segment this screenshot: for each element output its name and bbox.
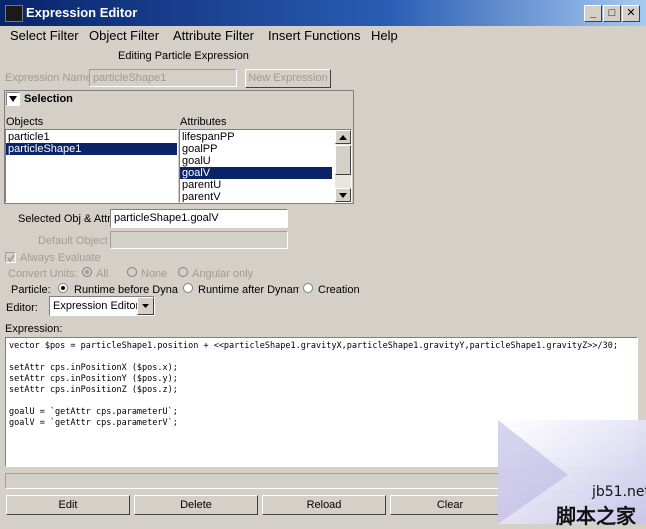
clear-button[interactable]: Clear	[390, 495, 510, 515]
attributes-scrollbar[interactable]	[335, 130, 351, 202]
editor-dropdown-value: Expression Editor	[53, 300, 140, 312]
delete-button[interactable]: Delete	[134, 495, 258, 515]
selection-title: Selection	[24, 93, 73, 105]
always-evaluate-checkbox[interactable]	[5, 252, 16, 263]
expression-line: vector $pos = particleShape1.position + …	[9, 341, 618, 351]
triangle-down-icon	[9, 96, 17, 102]
expression-name-field[interactable]: particleShape1	[89, 69, 237, 87]
minimize-button[interactable]: _	[584, 5, 602, 22]
creation-radio[interactable]	[303, 283, 313, 293]
expression-line: setAttr cps.inPositionX ($pos.x);	[9, 363, 178, 373]
objects-list[interactable]: particle1 particleShape1	[5, 129, 178, 203]
runtime-after-dynamics-radio[interactable]	[183, 283, 193, 293]
default-object-label: Default Object	[38, 235, 108, 247]
convert-units-none-radio[interactable]	[127, 267, 137, 277]
expression-line: setAttr cps.inPositionZ ($pos.z);	[9, 385, 178, 395]
objects-label: Objects	[6, 116, 44, 128]
checkmark-icon	[7, 254, 15, 263]
watermark-site: jb51.net	[592, 484, 646, 500]
convert-units-all-radio[interactable]	[82, 267, 92, 277]
scroll-up-button[interactable]	[335, 130, 351, 144]
expression-line: ​	[9, 396, 634, 407]
selection-collapse-toggle[interactable]	[6, 92, 20, 106]
menu-select-filter[interactable]: Select Filter	[10, 28, 79, 43]
editing-header: Editing Particle Expression	[118, 50, 249, 62]
list-item[interactable]: lifespanPP	[180, 131, 332, 143]
expression-name-label: Expression Name	[5, 72, 92, 84]
list-item[interactable]: goalPP	[180, 143, 332, 155]
particle-label: Particle:	[11, 284, 51, 296]
menu-insert-functions[interactable]: Insert Functions	[268, 28, 361, 43]
runtime-before-dynamics-radio[interactable]	[58, 283, 68, 293]
close-button[interactable]: ✕	[622, 5, 640, 22]
editor-label: Editor:	[6, 302, 38, 314]
watermark-name: 脚本之家	[556, 504, 636, 528]
runtime-after-dynamics-label: Runtime after Dynamic	[198, 284, 299, 296]
list-item[interactable]: parentU	[180, 179, 332, 191]
editor-dropdown[interactable]: Expression Editor	[49, 296, 155, 316]
reload-button[interactable]: Reload	[262, 495, 386, 515]
menu-attribute-filter[interactable]: Attribute Filter	[173, 28, 254, 43]
convert-units-all-label: All	[96, 268, 109, 280]
list-item[interactable]: goalU	[180, 155, 332, 167]
convert-units-angular-label: Angular only	[192, 268, 254, 280]
chevron-down-icon	[142, 304, 149, 308]
expression-line: setAttr cps.inPositionY ($pos.y);	[9, 374, 178, 384]
editor-dropdown-arrow[interactable]	[137, 297, 154, 315]
expression-label: Expression:	[5, 323, 63, 335]
expression-line: ​	[9, 352, 634, 363]
maximize-button[interactable]: □	[603, 5, 621, 22]
convert-units-label: Convert Units:	[8, 268, 78, 280]
attributes-label: Attributes	[180, 116, 227, 128]
list-item[interactable]: goalV	[180, 167, 332, 179]
convert-units-none-label: None	[141, 268, 168, 280]
edit-button[interactable]: Edit	[6, 495, 130, 515]
menu-help[interactable]: Help	[371, 28, 398, 43]
list-item[interactable]: particleShape1	[6, 143, 177, 155]
menu-object-filter[interactable]: Object Filter	[89, 28, 159, 43]
attributes-list[interactable]: lifespanPP goalPP goalU goalV parentU pa…	[179, 129, 352, 203]
arrow-down-icon	[339, 193, 347, 198]
list-item[interactable]: parentV	[180, 191, 332, 202]
selected-obj-attr-label: Selected Obj & Attr	[18, 213, 111, 225]
convert-units-angular-radio[interactable]	[178, 267, 188, 277]
always-evaluate-label: Always Evaluate	[20, 252, 101, 264]
creation-label: Creation	[318, 284, 360, 296]
new-expression-button[interactable]: New Expression	[245, 69, 331, 88]
maya-app-icon	[5, 5, 23, 22]
runtime-before-dynamics-label: Runtime before Dynami	[74, 284, 178, 296]
expression-line: goalU = `getAttr cps.parameterU`;	[9, 407, 178, 417]
default-object-field[interactable]	[110, 231, 288, 249]
selected-obj-attr-field[interactable]: particleShape1.goalV	[110, 209, 288, 228]
scroll-down-button[interactable]	[335, 188, 351, 202]
list-item[interactable]: particle1	[6, 131, 177, 143]
window-title: Expression Editor	[26, 5, 138, 20]
arrow-up-icon	[339, 135, 347, 140]
scroll-thumb[interactable]	[335, 145, 351, 175]
